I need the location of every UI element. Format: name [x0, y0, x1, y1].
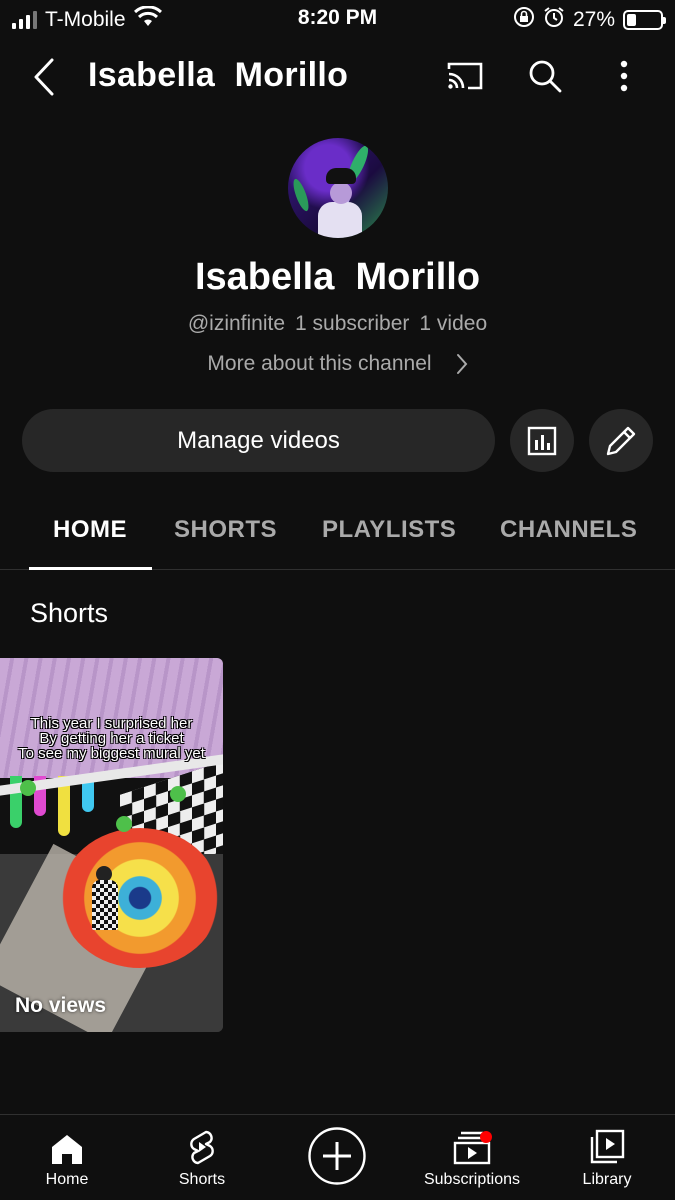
alarm-icon: [543, 6, 565, 34]
short-video-card[interactable]: This year I surprised her By getting her…: [0, 658, 223, 1032]
edit-channel-button[interactable]: [589, 409, 653, 472]
nav-label: Subscriptions: [423, 1171, 521, 1188]
channel-avatar[interactable]: [288, 138, 388, 238]
chevron-right-icon: [456, 354, 467, 374]
search-button[interactable]: [522, 54, 568, 98]
nav-shorts[interactable]: Shorts: [172, 1115, 232, 1200]
status-right: 27%: [513, 6, 666, 34]
battery-icon: [623, 10, 666, 30]
short-caption: This year I surprised her By getting her…: [0, 716, 223, 761]
thumbnail-art: [170, 786, 186, 802]
back-chevron-icon: [34, 58, 54, 96]
thumbnail-art: [116, 816, 132, 832]
avatar-detail: [326, 168, 356, 184]
shorts-icon: [172, 1115, 232, 1165]
short-caption-line: This year I surprised her: [30, 715, 193, 732]
subscriber-count: 1 subscriber: [295, 312, 410, 335]
nav-subscriptions[interactable]: Subscriptions: [412, 1115, 532, 1200]
cast-button[interactable]: [442, 56, 488, 96]
channel-page: T-Mobile 8:20 PM 27% Isabella Morillo Is…: [0, 0, 675, 1200]
more-about-link[interactable]: More about this channel: [0, 352, 675, 376]
short-caption-line: To see my biggest mural yet: [18, 745, 205, 762]
tab-home[interactable]: HOME: [53, 516, 127, 544]
thumbnail-art: [92, 880, 118, 930]
thumbnail-art: [20, 780, 36, 796]
battery-percent: 27%: [572, 8, 615, 31]
home-icon: [37, 1115, 97, 1165]
search-icon: [529, 60, 562, 93]
manage-videos-label: Manage videos: [177, 426, 340, 454]
channel-handle: @izinfinite: [187, 312, 286, 335]
analytics-icon: [527, 426, 557, 455]
channel-meta: @izinfinite 1 subscriber 1 video: [0, 312, 675, 336]
nav-label: Shorts: [178, 1171, 226, 1188]
tab-channels[interactable]: CHANNELS: [500, 516, 637, 544]
more-button[interactable]: [604, 54, 644, 98]
nav-label: Library: [582, 1171, 632, 1188]
channel-name: Isabella Morillo: [194, 256, 481, 298]
analytics-button[interactable]: [510, 409, 574, 472]
subscriptions-icon: [412, 1115, 532, 1165]
rotation-lock-icon: [513, 6, 535, 34]
video-count: 1 video: [419, 312, 488, 335]
avatar-detail: [318, 202, 362, 238]
nav-home[interactable]: Home: [37, 1115, 97, 1200]
more-vertical-icon: [620, 60, 628, 92]
short-caption-line: By getting her a ticket: [39, 730, 184, 747]
nav-create[interactable]: [306, 1125, 368, 1200]
nav-library[interactable]: Library: [571, 1115, 643, 1200]
short-view-count: No views: [15, 994, 107, 1017]
pencil-icon: [606, 426, 636, 455]
create-plus-icon: [306, 1125, 368, 1187]
bottom-navigation: Home Shorts Subscriptions Library: [0, 1114, 675, 1200]
cast-icon: [447, 62, 483, 90]
tab-shorts[interactable]: SHORTS: [174, 516, 277, 544]
library-icon: [571, 1115, 643, 1165]
top-app-bar: Isabella Morillo: [0, 44, 675, 110]
avatar-detail: [290, 177, 312, 213]
more-about-label: More about this channel: [207, 352, 432, 375]
thumbnail-art: [60, 828, 220, 968]
nav-label: Home: [45, 1171, 89, 1188]
battery-fill: [627, 14, 636, 26]
channel-tabs: HOME SHORTS PLAYLISTS CHANNELS: [0, 502, 675, 570]
notification-dot: [480, 1131, 492, 1143]
manage-videos-button[interactable]: Manage videos: [22, 409, 495, 472]
avatar-detail: [330, 182, 352, 204]
active-tab-indicator: [29, 567, 152, 570]
page-title: Isabella Morillo: [88, 56, 349, 94]
back-button[interactable]: [26, 54, 62, 100]
section-title: Shorts: [30, 598, 109, 628]
tab-playlists[interactable]: PLAYLISTS: [322, 516, 456, 544]
status-bar: T-Mobile 8:20 PM 27%: [0, 0, 675, 38]
